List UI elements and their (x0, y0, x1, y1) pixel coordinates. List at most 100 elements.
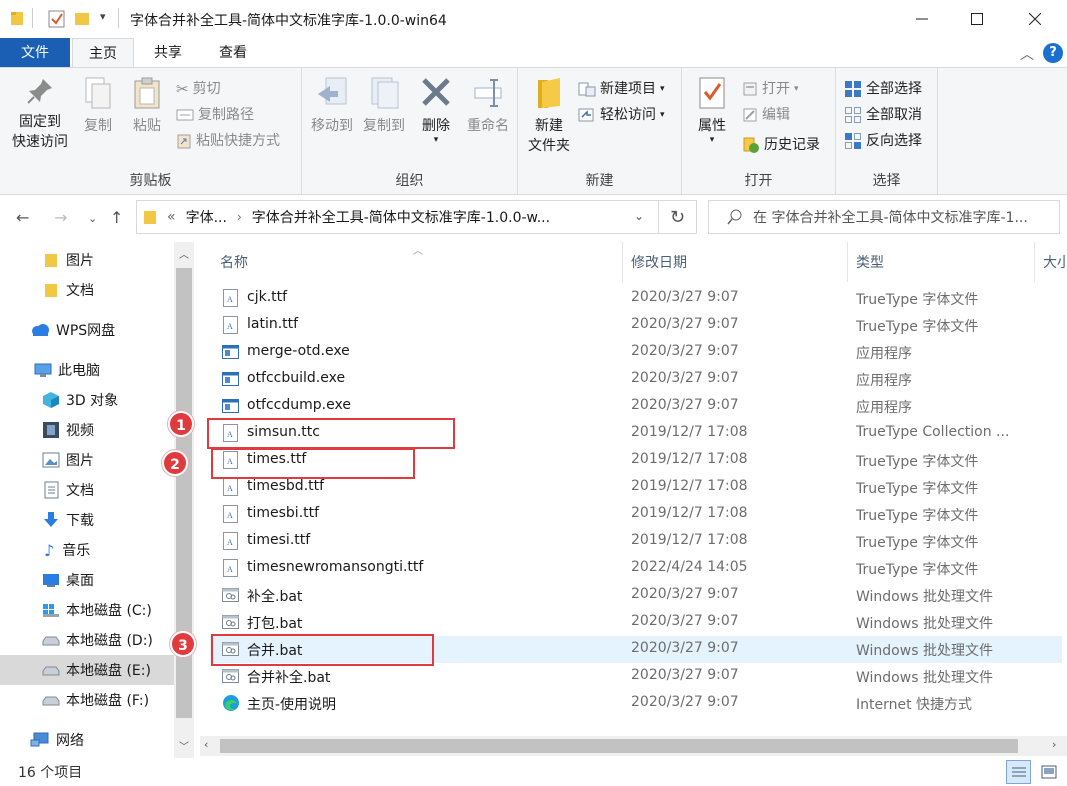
details-view-button[interactable] (1006, 760, 1031, 784)
address-dropdown-icon[interactable]: ⌄ (634, 209, 644, 223)
search-input[interactable]: 在 字体合并补全工具-简体中文标准字库-1... (708, 200, 1060, 234)
cut-button[interactable]: ✂ 剪切 (176, 78, 221, 100)
properties-button[interactable]: 属性 ▾ (690, 76, 734, 145)
column-divider[interactable] (1034, 242, 1035, 282)
file-horizontal-scrollbar[interactable]: ‹ › (200, 736, 1067, 756)
column-header-name[interactable]: 名称 (220, 252, 248, 272)
file-scroll-thumb[interactable] (220, 739, 1018, 753)
copy-button[interactable]: 复制 (76, 76, 120, 136)
new-folder-button[interactable]: 新建 文件夹 (522, 76, 576, 156)
file-row[interactable]: 打包.bat 2020/3/27 9:07 Windows 批处理文件 (210, 609, 1062, 636)
customize-qat-icon[interactable]: ▾ (100, 10, 106, 23)
nav-item-music[interactable]: ♪ 音乐 (0, 535, 174, 565)
tab-home[interactable]: 主页 (72, 38, 134, 68)
invert-selection-button[interactable]: 反向选择 (844, 130, 922, 152)
select-all-button[interactable]: 全部选择 (844, 78, 922, 100)
nav-item-desktop[interactable]: 桌面 (0, 565, 174, 595)
column-header-size[interactable]: 大小 (1043, 252, 1067, 272)
new-folder-quick-icon[interactable] (74, 10, 90, 30)
file-row[interactable]: otfccbuild.exe 2020/3/27 9:07 应用程序 (210, 366, 1062, 393)
nav-item-drive-c[interactable]: 本地磁盘 (C:) (0, 595, 174, 625)
tab-file[interactable]: 文件 (0, 38, 70, 68)
back-arrow-icon[interactable]: ← (16, 208, 29, 227)
file-row[interactable]: 补全.bat 2020/3/27 9:07 Windows 批处理文件 (210, 582, 1062, 609)
nav-vertical-scrollbar[interactable]: ︿ ﹀ (174, 242, 194, 758)
scroll-left-icon[interactable]: ‹ (204, 738, 208, 751)
nav-item-drive-e[interactable]: 本地磁盘 (E:) (0, 655, 174, 685)
select-none-button[interactable]: 全部取消 (844, 104, 922, 126)
up-arrow-icon[interactable]: ↑ (110, 208, 123, 227)
nav-item-drive-d[interactable]: 本地磁盘 (D:) (0, 625, 174, 655)
breadcrumb-separator-icon[interactable]: › (237, 210, 242, 224)
column-divider[interactable] (622, 242, 623, 282)
breadcrumb-item[interactable]: 字体... (186, 207, 227, 227)
edit-button[interactable]: 编辑 (742, 104, 790, 126)
history-button[interactable]: 历史记录 (742, 134, 820, 156)
nav-item-videos[interactable]: 视频 (0, 415, 174, 445)
nav-item-network[interactable]: 网络 (0, 725, 174, 755)
rename-label: 重命名 (467, 118, 509, 134)
scroll-up-icon[interactable]: ︿ (179, 246, 189, 261)
file-row[interactable]: otfccdump.exe 2020/3/27 9:07 应用程序 (210, 393, 1062, 420)
file-date: 2020/3/27 9:07 (631, 343, 739, 359)
delete-dropdown-icon[interactable]: ▾ (416, 136, 456, 145)
file-row[interactable]: Alatin.ttf 2020/3/27 9:07 TrueType 字体文件 (210, 312, 1062, 339)
nav-item-downloads[interactable]: 下载 (0, 505, 174, 535)
recent-locations-icon[interactable]: ⌄ (88, 212, 97, 225)
tab-share[interactable]: 共享 (138, 38, 198, 68)
rename-button[interactable]: 重命名 (462, 76, 514, 136)
large-icons-view-button[interactable] (1036, 760, 1061, 784)
nav-item-documents-quick[interactable]: 文档 (0, 275, 174, 305)
properties-dropdown-icon[interactable]: ▾ (690, 136, 734, 145)
scroll-down-icon[interactable]: ﹀ (179, 738, 189, 753)
collapse-ribbon-icon[interactable]: ︿ (1020, 44, 1034, 64)
file-row[interactable]: merge-otd.exe 2020/3/27 9:07 应用程序 (210, 339, 1062, 366)
minimize-button[interactable] (899, 0, 945, 38)
open-button[interactable]: 打开 ▾ (742, 78, 799, 100)
maximize-button[interactable] (954, 0, 1000, 38)
paste-button[interactable]: 粘贴 (124, 76, 170, 136)
move-to-button[interactable]: 移动到 (306, 76, 358, 136)
new-item-icon (578, 82, 596, 97)
address-bar[interactable]: « 字体... › 字体合并补全工具-简体中文标准字库-1.0.0-w... ⌄ (136, 200, 659, 234)
file-row[interactable]: Atimesnewromansongti.ttf 2022/4/24 14:05 T… (210, 555, 1062, 582)
delete-button[interactable]: 删除 ▾ (416, 76, 456, 145)
file-row[interactable]: 主页-使用说明 2020/3/27 9:07 Internet 快捷方式 (210, 690, 1062, 717)
easy-access-button[interactable]: 轻松访问 ▾ (578, 104, 665, 126)
nav-item-pictures-quick[interactable]: 图片 (0, 245, 174, 275)
copy-path-button[interactable]: 复制路径 (176, 104, 254, 126)
new-item-button[interactable]: 新建项目 ▾ (578, 78, 665, 100)
nav-item-documents[interactable]: 文档 (0, 475, 174, 505)
paste-shortcut-button[interactable]: 粘贴快捷方式 (176, 130, 280, 152)
nav-item-this-pc[interactable]: 此电脑 (0, 355, 174, 385)
paste-label: 粘贴 (133, 118, 161, 134)
column-header-date[interactable]: 修改日期 (631, 252, 687, 272)
nav-label: WPS网盘 (56, 323, 116, 339)
refresh-button[interactable]: ↻ (659, 200, 697, 234)
nav-item-drive-f[interactable]: 本地磁盘 (F:) (0, 685, 174, 715)
nav-item-3d-objects[interactable]: 3D 对象 (0, 385, 174, 415)
column-header-type[interactable]: 类型 (856, 252, 884, 272)
copy-to-button[interactable]: 复制到 (358, 76, 410, 136)
properties-check-icon[interactable] (48, 10, 66, 32)
scroll-right-icon[interactable]: › (1052, 738, 1056, 751)
column-divider[interactable] (847, 242, 848, 282)
file-row[interactable]: 合并补全.bat 2020/3/27 9:07 Windows 批处理文件 (210, 663, 1062, 690)
pin-quick-access-button[interactable]: 固定到 快速访问 (8, 76, 72, 152)
cut-label: 剪切 (192, 81, 221, 97)
file-row[interactable]: Atimesi.ttf 2019/12/7 17:08 TrueType 字体文件 (210, 528, 1062, 555)
tab-view[interactable]: 查看 (203, 38, 263, 68)
breadcrumb-current[interactable]: 字体合并补全工具-简体中文标准字库-1.0.0-w... (252, 207, 550, 227)
clipboard-group: 固定到 快速访问 复制 粘贴 ✂ 剪切 复制路径 粘贴快捷方式 剪贴板 (0, 68, 302, 194)
file-type: TrueType 字体文件 (856, 292, 979, 308)
breadcrumb-overflow[interactable]: « (167, 209, 176, 225)
svg-text:A: A (227, 322, 233, 331)
nav-item-pictures[interactable]: 图片 (0, 445, 174, 475)
close-button[interactable] (1012, 0, 1058, 38)
forward-arrow-icon[interactable]: → (54, 208, 67, 227)
nav-item-wps-cloud[interactable]: WPS网盘 (0, 315, 174, 345)
help-icon[interactable]: ? (1043, 43, 1063, 63)
sort-ascending-icon: ︿ (413, 246, 423, 257)
file-row[interactable]: Acjk.ttf 2020/3/27 9:07 TrueType 字体文件 (210, 285, 1062, 312)
file-row[interactable]: Atimesbi.ttf 2019/12/7 17:08 TrueType 字体文件 (210, 501, 1062, 528)
